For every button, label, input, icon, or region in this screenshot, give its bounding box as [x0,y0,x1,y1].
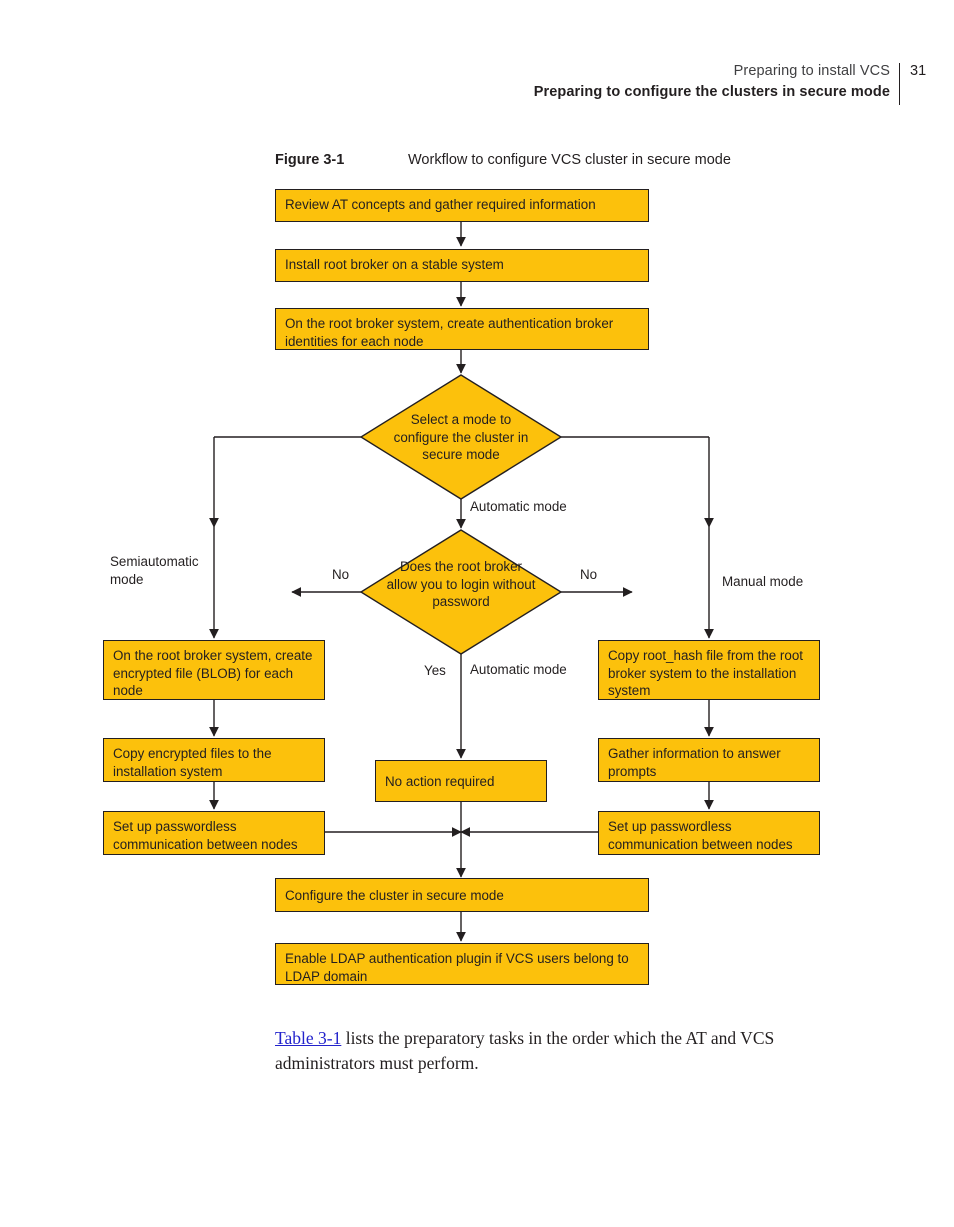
body-paragraph-text: lists the preparatory tasks in the order… [275,1027,775,1073]
node-setup-passwordless-left: Set up passwordless communication betwee… [103,811,325,855]
edge-label-no-right: No [580,567,598,582]
node-gather-information: Gather information to answer prompts [598,738,820,782]
node-copy-encrypted-files: Copy encrypted files to the installation… [103,738,325,782]
node-setup-passwordless-right: Set up passwordless communication betwee… [598,811,820,855]
node-create-encrypted-blob: On the root broker system, create encryp… [103,640,325,700]
decision-root-broker-login-shape [359,529,563,655]
node-review-at-concepts: Review AT concepts and gather required i… [275,189,649,222]
edge-label-yes: Yes [424,663,446,678]
decision-select-mode-shape [359,374,563,500]
edge-label-manual-mode: Manual mode [722,574,804,589]
body-paragraph: Table 3-1 lists the preparatory tasks in… [275,1026,835,1076]
table-3-1-link[interactable]: Table 3-1 [275,1028,341,1048]
edge-label-automatic-mode-bottom: Automatic mode [470,662,567,677]
edge-label-no-left: No [332,567,350,582]
node-no-action-required: No action required [375,760,547,802]
node-configure-cluster-secure-mode: Configure the cluster in secure mode [275,878,649,912]
node-enable-ldap-plugin: Enable LDAP authentication plugin if VCS… [275,943,649,985]
edge-label-semiautomatic-mode: Semiautomatic mode [110,554,199,587]
edge-label-automatic-mode-top: Automatic mode [470,499,567,514]
node-create-authentication-identities: On the root broker system, create authen… [275,308,649,350]
node-copy-root-hash: Copy root_hash file from the root broker… [598,640,820,700]
node-install-root-broker: Install root broker on a stable system [275,249,649,282]
